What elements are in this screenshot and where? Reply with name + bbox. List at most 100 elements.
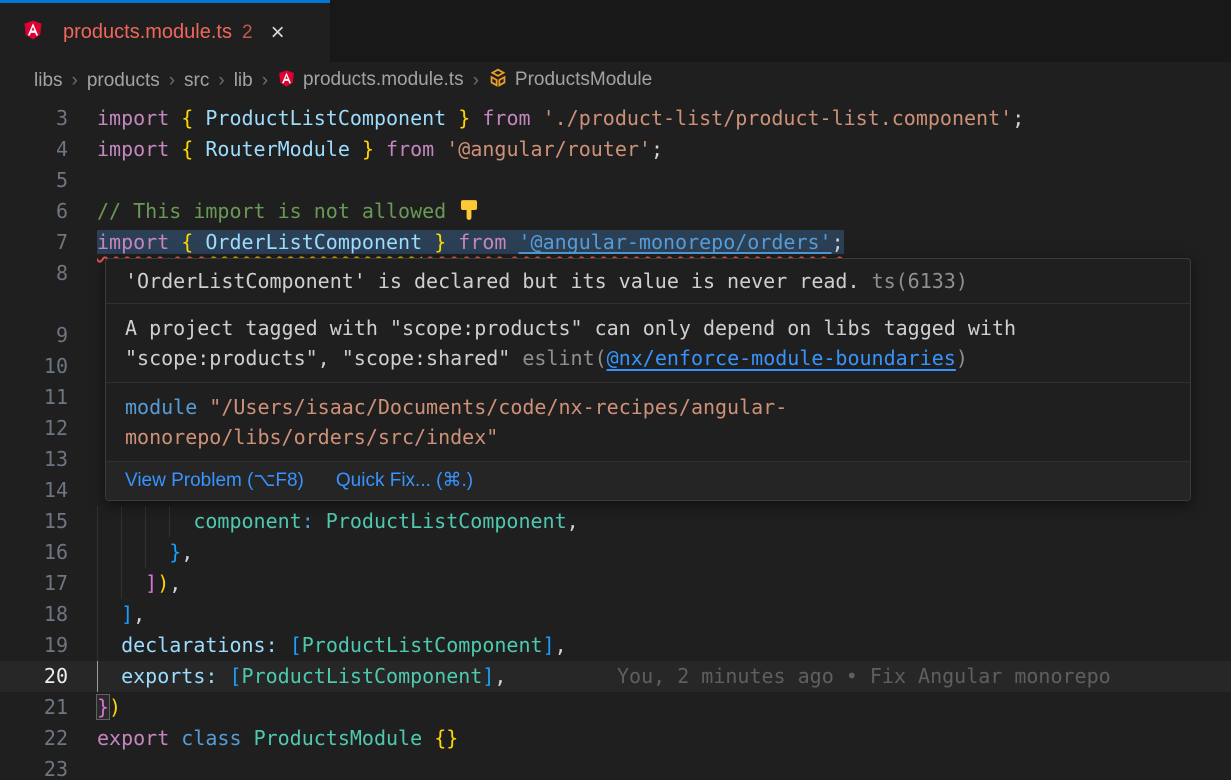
line-number: 9 (0, 320, 68, 351)
code-token: './product-list/product-list.component' (543, 106, 1013, 130)
breadcrumb-item-src[interactable]: src (184, 70, 209, 92)
code-row[interactable]: 21}) (0, 692, 1231, 723)
indent-guide (97, 630, 98, 661)
code-row[interactable]: 15 component: ProductListComponent, (0, 506, 1231, 537)
code-token: ProductListComponent (326, 509, 567, 533)
code-token: ; (1012, 106, 1024, 130)
diagnostic-ts-message: 'OrderListComponent' is declared but its… (125, 269, 860, 293)
code-line: exports: [ProductListComponent],You, 2 m… (97, 661, 1231, 692)
code-token: class (181, 726, 241, 750)
code-line: declarations: [ProductListComponent], (97, 630, 1231, 661)
close-icon[interactable]: × (271, 21, 285, 45)
quick-fix-action[interactable]: Quick Fix... (⌘.) (336, 470, 473, 491)
code-token: { (181, 230, 193, 254)
code-token: from (482, 106, 530, 130)
code-row[interactable]: 7 import { OrderListComponent } from '@an… (0, 227, 1231, 258)
code-row[interactable]: 19 declarations: [ProductListComponent], (0, 630, 1231, 661)
line-number: 21 (0, 692, 68, 723)
code-token (446, 230, 458, 254)
angular-file-icon (22, 19, 44, 46)
code-row[interactable]: 18 ], (0, 599, 1231, 630)
line-number: 19 (0, 630, 68, 661)
code-line: import { ProductListComponent } from './… (97, 103, 1231, 134)
code-row[interactable]: 20 exports: [ProductListComponent],You, … (0, 661, 1231, 692)
code-line: // This import is not allowed (97, 196, 1231, 230)
error-highlighted-statement: import { OrderListComponent } from '@ang… (97, 230, 844, 254)
code-token (278, 633, 290, 657)
line-number: 7 (0, 227, 68, 258)
line-number: 5 (0, 165, 68, 196)
code-token: ) (109, 695, 121, 719)
code-token (242, 726, 254, 750)
line-number: 6 (0, 196, 68, 227)
line-number: 12 (0, 413, 68, 444)
code-token (193, 106, 205, 130)
code-token: {} (434, 726, 458, 750)
chevron-right-icon: › (218, 70, 224, 92)
tab-bar: products.module.ts 2 × (0, 0, 1231, 62)
code-row[interactable]: 4import { RouterModule } from '@angular/… (0, 134, 1231, 165)
code-token: , (494, 664, 506, 688)
code-row[interactable]: 17 ]), (0, 568, 1231, 599)
code-row[interactable]: 5 (0, 165, 1231, 196)
tab-products-module[interactable]: products.module.ts 2 × (0, 0, 330, 62)
code-token (350, 137, 362, 161)
class-symbol-icon (488, 68, 508, 94)
code-token: : (302, 509, 314, 533)
indent-guide (97, 506, 98, 537)
code-line: import { OrderListComponent } from '@ang… (97, 227, 1231, 258)
code-token: : (266, 633, 278, 657)
breadcrumb-item-file[interactable]: products.module.ts (277, 69, 464, 94)
code-token: } (362, 137, 374, 161)
code-token (97, 664, 121, 688)
code-line: }, (97, 537, 1231, 568)
indent-guide (97, 568, 98, 599)
breadcrumb-item-symbol[interactable]: ProductsModule (488, 68, 652, 94)
code-token: { (181, 106, 193, 130)
code-token (169, 106, 181, 130)
code-token (470, 106, 482, 130)
code-token: declarations (121, 633, 266, 657)
code-token: export (97, 726, 169, 750)
line-number: 11 (0, 382, 68, 413)
chevron-right-icon: › (262, 70, 268, 92)
breadcrumb: libs › products › src › lib › products.m… (0, 62, 1231, 100)
code-editor[interactable]: 3import { ProductListComponent } from '.… (0, 100, 1231, 780)
diagnostic-ts: 'OrderListComponent' is declared but its… (106, 259, 1190, 304)
code-token: , (133, 602, 145, 626)
line-number: 13 (0, 444, 68, 475)
breadcrumb-item-products[interactable]: products (87, 70, 160, 92)
eslint-rule-link[interactable]: @nx/enforce-module-boundaries (607, 346, 956, 370)
code-token: import (97, 137, 169, 161)
breadcrumb-item-lib[interactable]: lib (234, 70, 253, 92)
indent-guide (121, 506, 122, 537)
code-token: , (567, 509, 579, 533)
code-token (97, 540, 169, 564)
code-row[interactable]: 23 (0, 754, 1231, 780)
code-token: [ (290, 633, 302, 657)
code-row[interactable]: 22export class ProductsModule {} (0, 723, 1231, 754)
code-token (169, 726, 181, 750)
code-row[interactable]: 6 // This import is not allowed (0, 196, 1231, 227)
code-token: [ (229, 664, 241, 688)
code-row[interactable]: 3import { ProductListComponent } from '.… (0, 103, 1231, 134)
line-number: 10 (0, 351, 68, 382)
code-token: } (434, 230, 446, 254)
code-token (97, 602, 121, 626)
breadcrumb-item-libs[interactable]: libs (34, 70, 63, 92)
diagnostic-module-path: module "/Users/isaac/Documents/code/nx-r… (106, 383, 1190, 462)
tab-label: products.module.ts (63, 21, 232, 44)
code-token (193, 230, 205, 254)
active-indent-guide (97, 661, 98, 692)
code-row[interactable]: 16 }, (0, 537, 1231, 568)
module-path-string: "/Users/isaac/Documents/code/nx-recipes/… (125, 395, 787, 449)
code-token: OrderListComponent (205, 230, 422, 254)
indent-guide (97, 537, 98, 568)
view-problem-action[interactable]: View Problem (⌥F8) (125, 470, 304, 491)
code-token (169, 137, 181, 161)
diagnostic-ts-source: ts(6133) (872, 269, 968, 293)
line-number: 15 (0, 506, 68, 537)
indent-guide (145, 506, 146, 537)
code-token (434, 137, 446, 161)
code-token: } (97, 695, 109, 719)
